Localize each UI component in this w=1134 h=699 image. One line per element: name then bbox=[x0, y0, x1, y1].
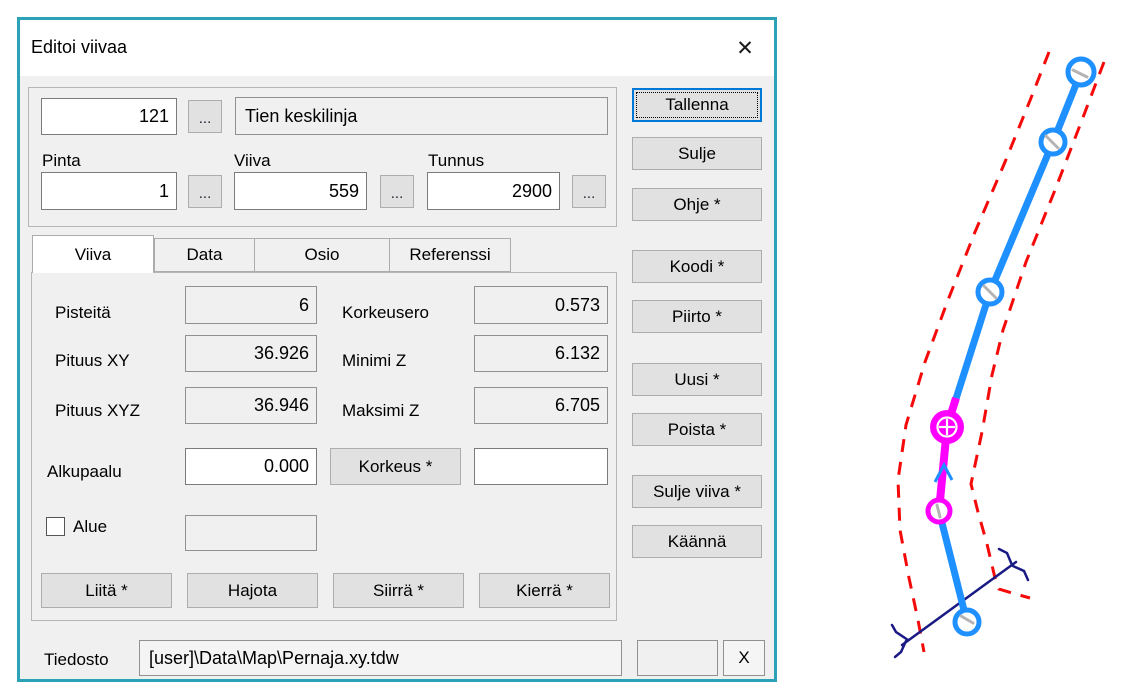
minimi-z-value: 6.132 bbox=[474, 335, 608, 372]
poista-button[interactable]: Poista * bbox=[632, 413, 762, 446]
edit-line-dialog: Editoi viivaa ✕ 121 ... Tien keskilinja … bbox=[17, 17, 777, 682]
kierra-button[interactable]: Kierrä * bbox=[479, 573, 610, 608]
file-path-field: [user]\Data\Map\Pernaja.xy.tdw bbox=[139, 640, 622, 676]
koodi-button[interactable]: Koodi * bbox=[632, 250, 762, 283]
tunnus-label: Tunnus bbox=[428, 151, 484, 171]
piirto-button[interactable]: Piirto * bbox=[632, 300, 762, 333]
pinta-browse-button[interactable]: ... bbox=[188, 175, 222, 208]
file-extra-field bbox=[637, 640, 718, 676]
close-icon[interactable]: ✕ bbox=[726, 30, 764, 66]
uusi-button[interactable]: Uusi * bbox=[632, 363, 762, 396]
pituus-xy-value: 36.926 bbox=[185, 335, 317, 372]
kaanna-button[interactable]: Käännä bbox=[632, 525, 762, 558]
pisteita-value: 6 bbox=[185, 286, 317, 324]
code-input[interactable]: 121 bbox=[41, 98, 177, 135]
alue-value bbox=[185, 515, 317, 551]
korkeus-button[interactable]: Korkeus * bbox=[330, 448, 461, 485]
cross-line bbox=[1013, 566, 1028, 580]
viiva-browse-button[interactable]: ... bbox=[380, 175, 414, 208]
viiva-label: Viiva bbox=[234, 151, 271, 171]
title-bar bbox=[20, 20, 774, 76]
sulje-viiva-button[interactable]: Sulje viiva * bbox=[632, 475, 762, 508]
viiva-input[interactable]: 559 bbox=[234, 172, 367, 210]
code-description-field: Tien keskilinja bbox=[235, 97, 608, 135]
cross-line bbox=[999, 549, 1012, 565]
tallenna-button[interactable]: Tallenna bbox=[632, 88, 762, 122]
line-vertex bbox=[1068, 59, 1094, 85]
line-vertex bbox=[955, 610, 979, 634]
code-browse-button[interactable]: ... bbox=[188, 100, 222, 133]
sulje-button[interactable]: Sulje bbox=[632, 137, 762, 170]
tiedosto-label: Tiedosto bbox=[44, 650, 109, 670]
korkeusero-value: 0.573 bbox=[474, 286, 608, 324]
pinta-label: Pinta bbox=[42, 151, 81, 171]
tunnus-input[interactable]: 2900 bbox=[427, 172, 560, 210]
cross-line bbox=[892, 625, 908, 640]
tunnus-browse-button[interactable]: ... bbox=[572, 175, 606, 208]
tab-viiva[interactable]: Viiva bbox=[32, 235, 154, 273]
file-clear-button[interactable]: X bbox=[723, 640, 765, 676]
ohje-button[interactable]: Ohje * bbox=[632, 188, 762, 221]
tab-data[interactable]: Data bbox=[154, 238, 255, 272]
dialog-title: Editoi viivaa bbox=[31, 37, 127, 58]
hajota-button[interactable]: Hajota bbox=[187, 573, 318, 608]
cross-line bbox=[895, 641, 906, 657]
tab-referenssi[interactable]: Referenssi bbox=[389, 238, 511, 272]
tab-osio[interactable]: Osio bbox=[254, 238, 390, 272]
maksimi-z-value: 6.705 bbox=[474, 387, 608, 424]
siirra-button[interactable]: Siirrä * bbox=[333, 573, 464, 608]
line-tab-panel bbox=[31, 272, 617, 621]
alue-checkbox[interactable] bbox=[46, 517, 65, 536]
alkupaalu-input[interactable]: 0.000 bbox=[185, 448, 317, 485]
road-edge-right-dashed bbox=[971, 62, 1104, 598]
pituus-xyz-value: 36.946 bbox=[185, 387, 317, 424]
pinta-input[interactable]: 1 bbox=[41, 172, 177, 210]
liita-button[interactable]: Liitä * bbox=[41, 573, 172, 608]
korkeus-input[interactable] bbox=[474, 448, 608, 485]
